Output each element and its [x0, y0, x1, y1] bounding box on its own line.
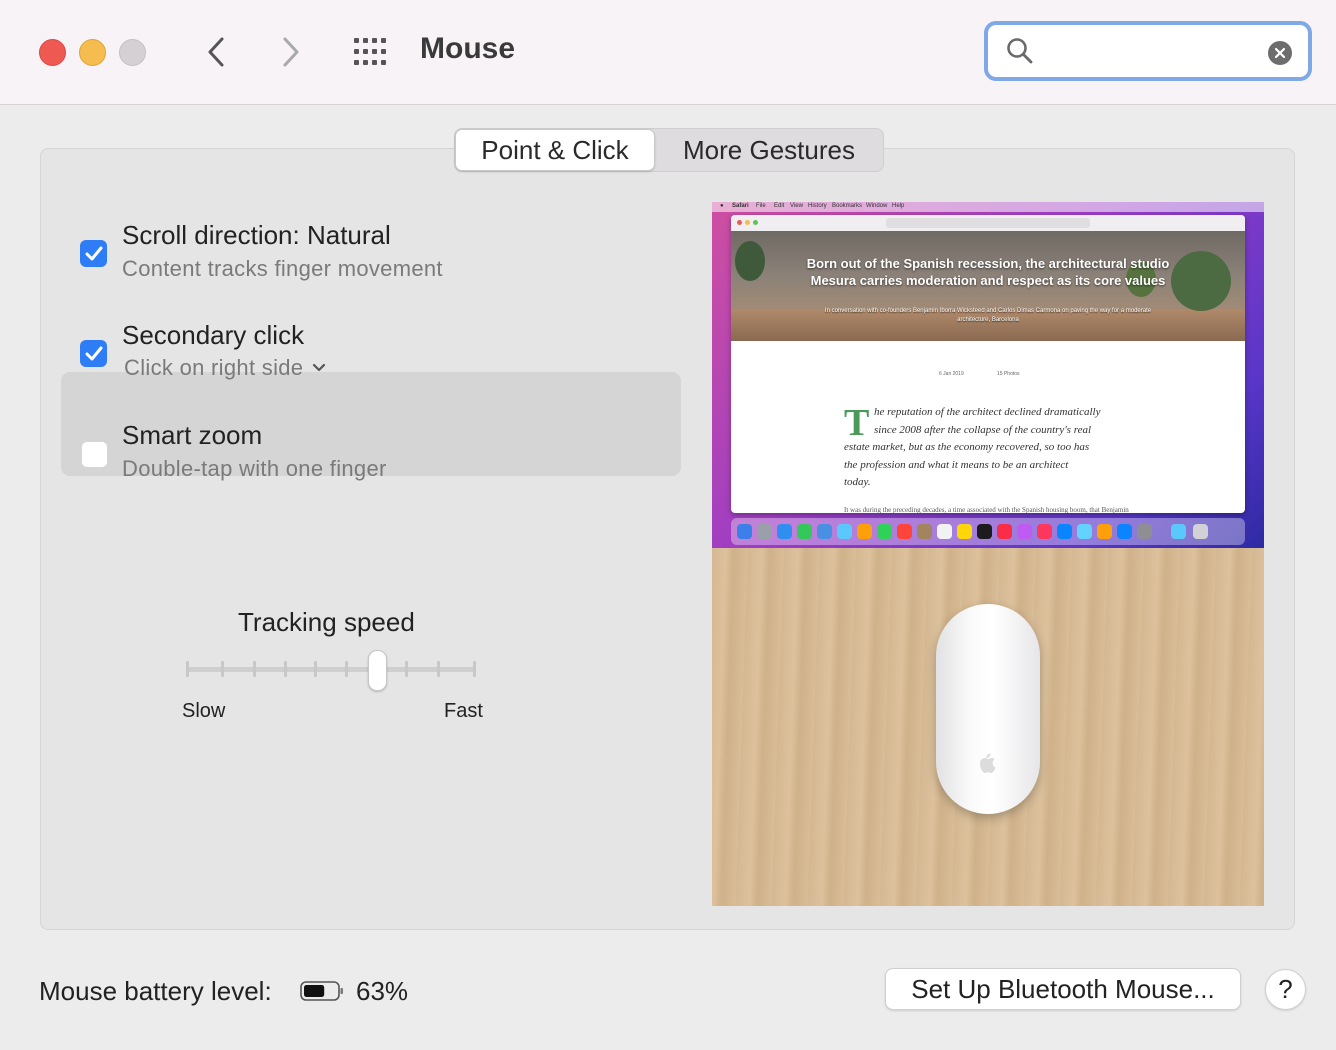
secondary-click-checkbox[interactable]	[80, 340, 107, 367]
window-title: Mouse	[420, 32, 516, 65]
chevron-left-icon	[208, 37, 224, 67]
preview-article-tail: It was during the preceding decades, a t…	[844, 506, 1129, 513]
preview-article-body: he reputation of the architect declined …	[844, 406, 1101, 488]
search-field[interactable]	[984, 21, 1312, 81]
tab-more-gestures[interactable]: More Gestures	[655, 129, 883, 171]
magic-mouse-illustration	[936, 604, 1040, 814]
slider-tick	[186, 661, 189, 677]
tab-bar: Point & Click More Gestures	[454, 128, 884, 172]
forward-button[interactable]	[271, 30, 311, 74]
slider-tick	[221, 661, 224, 677]
battery-icon	[300, 980, 343, 1002]
scroll-direction-label[interactable]: Scroll direction: Natural	[122, 220, 391, 251]
smart-zoom-label[interactable]: Smart zoom	[122, 420, 262, 451]
slider-max-label: Fast	[444, 700, 483, 722]
apple-logo-icon	[980, 753, 996, 773]
tracking-speed-track[interactable]	[186, 667, 476, 672]
chevron-down-icon	[313, 363, 326, 372]
gesture-preview-image: ● Safari File Edit View History Bookmarks Windo…	[712, 202, 1264, 906]
grid-icon	[354, 38, 386, 65]
smart-zoom-checkbox[interactable]	[81, 441, 108, 468]
slider-tick	[473, 661, 476, 677]
preview-dock	[731, 518, 1245, 545]
preview-url-bar	[886, 218, 1090, 228]
scroll-direction-checkbox[interactable]	[80, 240, 107, 267]
tracking-speed-title: Tracking speed	[238, 607, 415, 637]
preview-photos: 15 Photos	[997, 371, 1020, 377]
slider-tick	[314, 661, 317, 677]
show-all-button[interactable]	[352, 36, 392, 68]
preview-hero-photo: Born out of the Spanish recession, the a…	[731, 231, 1245, 341]
search-input[interactable]	[1046, 33, 1250, 69]
slider-min-label: Slow	[182, 700, 226, 722]
title-bar: Mouse	[0, 0, 1336, 105]
scroll-direction-description: Content tracks finger movement	[122, 256, 443, 281]
preview-browser-window: Born out of the Spanish recession, the a…	[731, 215, 1245, 513]
smart-zoom-description: Double-tap with one finger	[122, 456, 387, 481]
battery-level-label: Mouse battery level:	[39, 976, 272, 1006]
help-button[interactable]: ?	[1265, 969, 1306, 1010]
slider-tick	[284, 661, 287, 677]
slider-tick	[345, 661, 348, 677]
tracking-speed-thumb[interactable]	[368, 650, 387, 691]
minimize-window-button[interactable]	[79, 39, 106, 66]
secondary-click-popup[interactable]: Click on right side	[124, 355, 327, 381]
set-up-bluetooth-mouse-button[interactable]: Set Up Bluetooth Mouse...	[885, 968, 1241, 1010]
zoom-window-button[interactable]	[119, 39, 146, 66]
secondary-click-label[interactable]: Secondary click	[122, 320, 304, 351]
close-window-button[interactable]	[39, 39, 66, 66]
slider-tick	[253, 661, 256, 677]
preview-menubar: ● Safari File Edit View History Bookmarks Windo…	[712, 202, 1264, 212]
preview-date: 6 Jan 2019	[939, 371, 964, 377]
tab-point-and-click[interactable]: Point & Click	[455, 129, 655, 171]
slider-tick	[405, 661, 408, 677]
chevron-right-icon	[283, 37, 299, 67]
preview-article-headline: Born out of the Spanish recession, the a…	[806, 256, 1170, 288]
secondary-click-value: Click on right side	[124, 355, 304, 380]
checkmark-icon	[85, 246, 102, 260]
preview-browser-toolbar	[731, 215, 1245, 231]
checkmark-icon	[85, 346, 102, 360]
preview-screen: ● Safari File Edit View History Bookmarks Windo…	[712, 202, 1264, 548]
back-button[interactable]	[196, 30, 236, 74]
clear-search-icon[interactable]	[1268, 41, 1292, 65]
battery-level-value: 63%	[356, 976, 409, 1006]
search-icon	[1006, 37, 1034, 70]
slider-tick	[437, 661, 440, 677]
preview-article-byline: In conversation with co-founders Benjami…	[824, 308, 1152, 323]
